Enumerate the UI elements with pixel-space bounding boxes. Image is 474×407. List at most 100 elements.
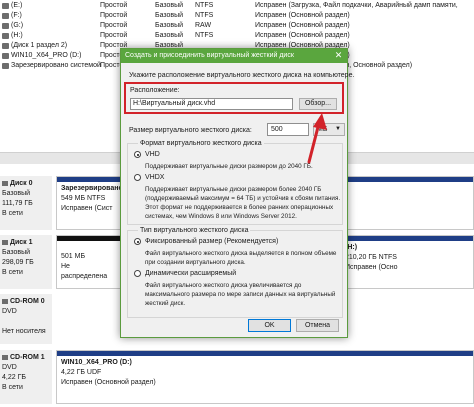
disk-kind: Базовый bbox=[2, 249, 31, 256]
type-group-title: Тип виртуального жесткого диска bbox=[138, 226, 251, 235]
volume-row[interactable]: (H:) Простой Базовый NTFS Исправен (Осно… bbox=[0, 31, 474, 41]
dynamic-radio[interactable] bbox=[134, 270, 141, 277]
volume-layout: Простой bbox=[100, 22, 128, 29]
drive-icon bbox=[2, 3, 9, 9]
partition-detail: 549 МБ NTFS bbox=[61, 195, 106, 202]
fixed-description: Файл виртуального жесткого диска выделяе… bbox=[145, 250, 337, 266]
disk-label: Диск 0 bbox=[10, 180, 33, 187]
partition[interactable]: Зарезервировано 549 МБ NTFS Исправен (Си… bbox=[56, 176, 122, 230]
partition-detail: 210,20 ГБ NTFS bbox=[345, 254, 397, 261]
disk-kind: DVD bbox=[2, 308, 17, 315]
partition-title: WIN10_X64_PRO (D:) bbox=[61, 359, 132, 366]
volume-fs: NTFS bbox=[195, 32, 214, 39]
disk-size: 4,22 ГБ bbox=[2, 374, 26, 381]
close-icon[interactable]: ✕ bbox=[333, 50, 344, 61]
dialog-titlebar[interactable]: Создать и присоединить виртуальный жестк… bbox=[121, 49, 347, 63]
type-group: Тип виртуального жесткого диска Фиксиров… bbox=[127, 226, 343, 318]
partition-bar bbox=[57, 177, 121, 182]
browse-button[interactable]: Обзор... bbox=[299, 98, 337, 110]
format-group: Формат виртуального жесткого диска VHD П… bbox=[127, 139, 343, 225]
volume-fs: NTFS bbox=[195, 12, 214, 19]
drive-icon bbox=[2, 13, 9, 19]
partition-detail: 4,22 ГБ UDF bbox=[61, 369, 102, 376]
volume-status: Исправен (Основной раздел) bbox=[255, 22, 350, 29]
cdrom-icon bbox=[2, 298, 8, 304]
volume-type: Базовый bbox=[155, 32, 184, 39]
partition-bar bbox=[341, 177, 473, 182]
disk-icon bbox=[2, 180, 8, 186]
dialog-prompt: Укажите расположение виртуального жестко… bbox=[129, 72, 355, 79]
volume-layout: Простой bbox=[100, 12, 128, 19]
disk-label: CD-ROM 0 bbox=[10, 298, 45, 305]
volume-type: Базовый bbox=[155, 2, 184, 9]
create-vhd-dialog: Создать и присоединить виртуальный жестк… bbox=[120, 48, 354, 338]
cdrom-icon bbox=[2, 354, 8, 360]
partition-status: Исправен (Осно bbox=[345, 264, 398, 271]
volume-row[interactable]: (E:) Простой Базовый NTFS Исправен (Загр… bbox=[0, 1, 474, 11]
disk-state: Нет носителя bbox=[2, 328, 46, 335]
volume-fs: NTFS bbox=[195, 2, 214, 9]
disk-icon bbox=[2, 239, 8, 245]
disk-size: 111,79 ГБ bbox=[2, 200, 33, 207]
partition-bar bbox=[341, 236, 473, 241]
partition-title: Зарезервировано bbox=[61, 185, 122, 192]
drive-icon bbox=[2, 43, 9, 49]
disk-state: В сети bbox=[2, 210, 23, 217]
size-input[interactable]: 500 bbox=[267, 123, 309, 136]
disk-1-info[interactable]: Диск 1 Базовый 298,09 ГБ В сети bbox=[0, 235, 52, 289]
ok-button[interactable]: OK bbox=[248, 319, 291, 332]
disk-label: Диск 1 bbox=[10, 239, 33, 246]
size-label: Размер виртуального жесткого диска: bbox=[129, 127, 252, 134]
fixed-label: Фиксированный размер (Рекомендуется) bbox=[145, 238, 279, 245]
vhd-description: Поддерживает виртуальные диски размером … bbox=[145, 163, 313, 170]
location-input[interactable]: H:\Виртуальный диск.vhd bbox=[130, 98, 293, 110]
vhdx-radio[interactable] bbox=[134, 174, 141, 181]
dialog-title: Создать и присоединить виртуальный жестк… bbox=[125, 52, 294, 59]
vhdx-description: Поддерживает виртуальные диски размером … bbox=[145, 186, 341, 220]
cdrom-1-info[interactable]: CD-ROM 1 DVD 4,22 ГБ В сети bbox=[0, 350, 52, 404]
vhd-label: VHD bbox=[145, 151, 160, 158]
volume-fs: RAW bbox=[195, 22, 212, 29]
volume-row[interactable]: (F:) Простой Базовый NTFS Исправен (Осно… bbox=[0, 11, 474, 21]
partition[interactable]: (H:) 210,20 ГБ NTFS Исправен (Осно bbox=[340, 235, 474, 289]
partition-bar bbox=[57, 236, 121, 241]
size-unit-select[interactable]: МБ ▼ bbox=[313, 123, 345, 136]
dynamic-description: Файл виртуального жесткого диска увеличи… bbox=[145, 282, 336, 307]
location-label: Расположение: bbox=[130, 87, 180, 94]
disk-label: CD-ROM 1 bbox=[10, 354, 45, 361]
partition[interactable]: WIN10_X64_PRO (D:) 4,22 ГБ UDF Исправен … bbox=[56, 350, 474, 404]
volume-type: Базовый bbox=[155, 22, 184, 29]
partition-title: (H:) bbox=[345, 244, 358, 251]
partition-status: Исправен (Основной раздел) bbox=[61, 379, 156, 386]
drive-icon bbox=[2, 63, 9, 69]
drive-icon bbox=[2, 33, 9, 39]
fixed-radio[interactable] bbox=[134, 238, 141, 245]
disk-kind: DVD bbox=[2, 364, 17, 371]
volume-status: Исправен (Загрузка, Файл подкачки, Авари… bbox=[255, 2, 458, 9]
volume-row[interactable]: (G:) Простой Базовый RAW Исправен (Основ… bbox=[0, 21, 474, 31]
drive-icon bbox=[2, 53, 9, 59]
disk-state: В сети bbox=[2, 384, 23, 391]
chevron-down-icon: ▼ bbox=[335, 126, 341, 132]
volume-status: Исправен (Основной раздел) bbox=[255, 32, 350, 39]
disk-state: В сети bbox=[2, 269, 23, 276]
partition-detail: 501 МБ bbox=[61, 253, 86, 260]
partition[interactable]: 501 МБ Не распределена bbox=[56, 235, 122, 289]
volume-type: Базовый bbox=[155, 12, 184, 19]
partition[interactable] bbox=[340, 176, 474, 230]
volume-layout: Простой bbox=[100, 2, 128, 9]
vhd-radio[interactable] bbox=[134, 151, 141, 158]
disk-kind: Базовый bbox=[2, 190, 31, 197]
volume-status: Исправен (Основной раздел) bbox=[255, 12, 350, 19]
size-unit-value: МБ bbox=[317, 126, 328, 133]
partition-bar bbox=[57, 351, 473, 356]
partition-status: Не распределена bbox=[61, 263, 108, 280]
vhdx-label: VHDX bbox=[145, 174, 165, 181]
drive-icon bbox=[2, 23, 9, 29]
cdrom-0-info[interactable]: CD-ROM 0 DVD Нет носителя bbox=[0, 294, 52, 344]
disk-0-info[interactable]: Диск 0 Базовый 111,79 ГБ В сети bbox=[0, 176, 52, 230]
format-group-title: Формат виртуального жесткого диска bbox=[138, 139, 264, 148]
disk-size: 298,09 ГБ bbox=[2, 259, 34, 266]
partition-status: Исправен (Сист bbox=[61, 205, 113, 212]
cancel-button[interactable]: Отмена bbox=[296, 319, 339, 332]
